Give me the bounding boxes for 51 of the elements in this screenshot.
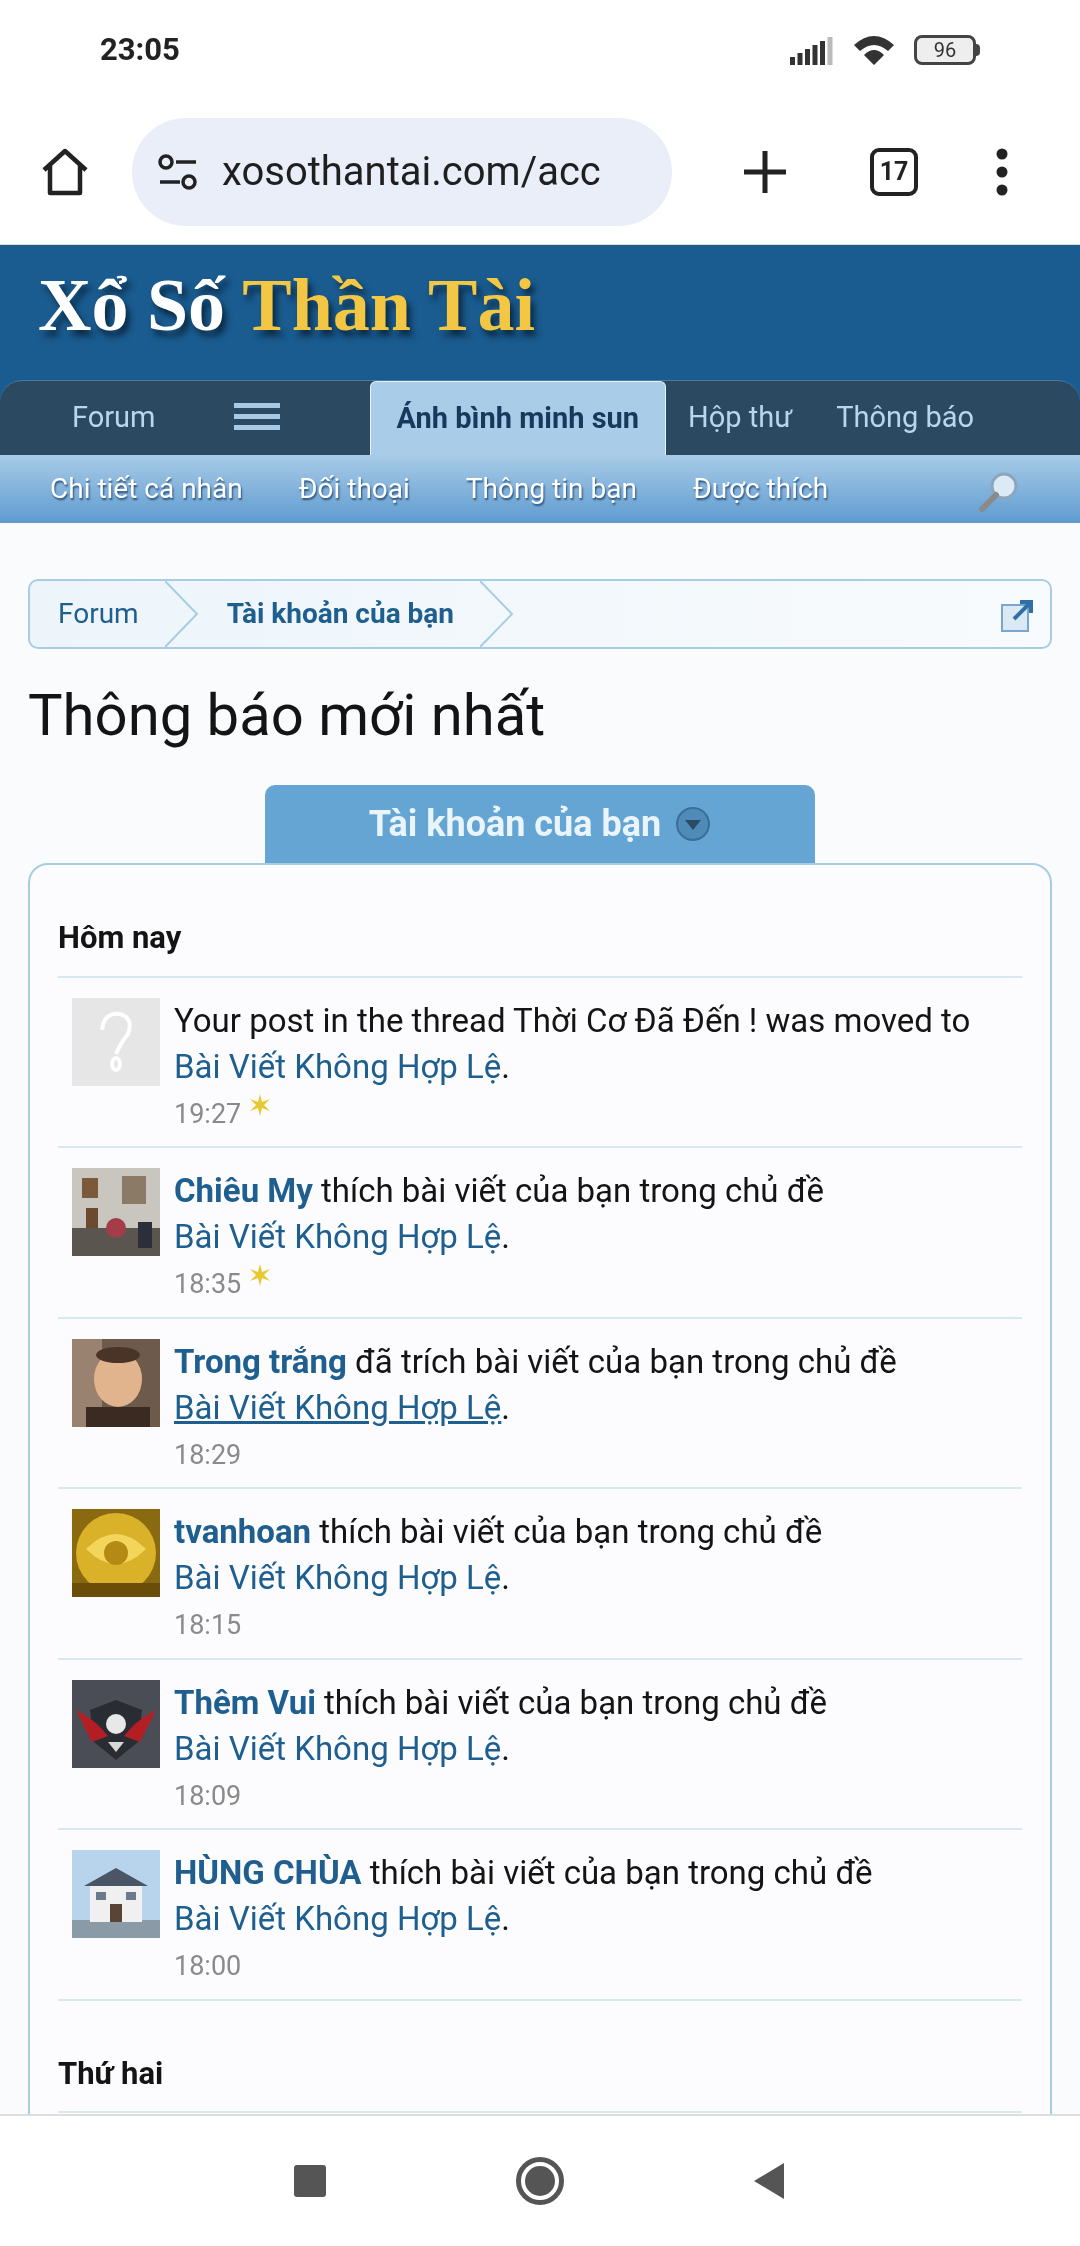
user-link[interactable]: Chiêu My bbox=[174, 1171, 313, 1210]
home-button[interactable] bbox=[516, 2157, 564, 2205]
thread-link[interactable]: Bài Viết Không Hợp Lệ bbox=[174, 1046, 502, 1086]
site-logo[interactable]: Xổ Số Thần Tài bbox=[0, 245, 1080, 380]
nav-tab[interactable]: Hộp thư bbox=[666, 381, 815, 455]
user-link[interactable]: Thêm Vui bbox=[174, 1682, 316, 1722]
thread-link[interactable]: Bài Viết Không Hợp Lệ bbox=[174, 1387, 502, 1427]
notification-text: Trong trắng đã trích bài viết của bạn trong chủ đề Bài Viết Không Hợp Lệ. bbox=[174, 1340, 898, 1429]
status-time: 23:05 bbox=[100, 29, 180, 70]
breadcrumb-link[interactable]: Forum bbox=[30, 581, 165, 647]
site-settings-icon[interactable] bbox=[156, 152, 200, 192]
timestamp: 18:29 bbox=[174, 1437, 242, 1473]
home-icon[interactable] bbox=[40, 148, 90, 196]
user-link[interactable]: Trong trắng bbox=[174, 1341, 347, 1381]
notification-text: HÙNG CHÙA thích bài viết của bạn trong chủ đề Bài Viết Không Hợp Lệ. bbox=[174, 1852, 874, 1940]
notification-text: Chiêu My thích bài viết của bạn trong chủ đề Bài Viết Không Hợp Lệ. bbox=[174, 1170, 825, 1258]
notification-text: Your post in the thread Thời Cơ Đã Đến ! was moved to Bài Viết Không Hợp Lệ. bbox=[174, 999, 972, 1088]
url-text: xosothantai.com/acc bbox=[222, 147, 601, 197]
timestamp: 18:00 bbox=[174, 1949, 242, 1984]
nav-tab[interactable]: Ánh bình minh sun bbox=[369, 381, 667, 455]
thread-link[interactable]: Bài Viết Không Hợp Lệ bbox=[174, 1558, 502, 1597]
avatar-placeholder-icon bbox=[72, 997, 160, 1086]
new-star-icon bbox=[249, 1264, 272, 1286]
search-icon[interactable] bbox=[978, 470, 1020, 512]
timestamp: 18:09 bbox=[174, 1778, 242, 1814]
signal-icon bbox=[790, 35, 834, 65]
thread-link[interactable]: Bài Viết Không Hợp Lệ bbox=[174, 1899, 502, 1938]
user-link[interactable]: HÙNG CHÙA bbox=[174, 1853, 362, 1892]
new-tab-icon[interactable] bbox=[742, 149, 788, 195]
notification-text: tvanhoan thích bài viết của bạn trong chủ đề Bài Viết Không Hợp Lệ. bbox=[174, 1511, 824, 1599]
tab-count-button[interactable]: 17 bbox=[870, 148, 918, 196]
menu-icon[interactable] bbox=[996, 148, 1008, 196]
nav-tab[interactable]: Thông báo bbox=[814, 381, 997, 455]
timestamp: 18:15 bbox=[174, 1608, 242, 1643]
breadcrumb-link[interactable]: Tài khoản của bạn bbox=[198, 581, 480, 647]
group-heading: Hôm nay bbox=[58, 915, 1022, 978]
new-star-icon bbox=[249, 1093, 272, 1116]
timestamp: 18:35 bbox=[174, 1267, 242, 1302]
nav-tab[interactable]: Forum bbox=[50, 381, 178, 455]
thread-link[interactable]: Bài Viết Không Hợp Lệ bbox=[174, 1217, 502, 1256]
wifi-icon bbox=[852, 33, 896, 67]
timestamp: 19:27 bbox=[174, 1096, 242, 1132]
url-bar[interactable]: xosothantai.com/acc bbox=[132, 118, 672, 226]
back-icon[interactable] bbox=[754, 2163, 786, 2199]
page-title: Thông báo mới nhất bbox=[28, 680, 547, 751]
external-link-icon[interactable] bbox=[1000, 597, 1036, 633]
hamburger-menu-icon[interactable] bbox=[233, 401, 280, 433]
thread-link[interactable]: Bài Viết Không Hợp Lệ bbox=[174, 1728, 502, 1768]
user-link[interactable]: tvanhoan bbox=[174, 1512, 312, 1551]
dropdown-icon[interactable] bbox=[675, 806, 712, 842]
notification-text: Thêm Vui thích bài viết của bạn trong chủ đề Bài Viết Không Hợp Lệ. bbox=[174, 1681, 828, 1770]
